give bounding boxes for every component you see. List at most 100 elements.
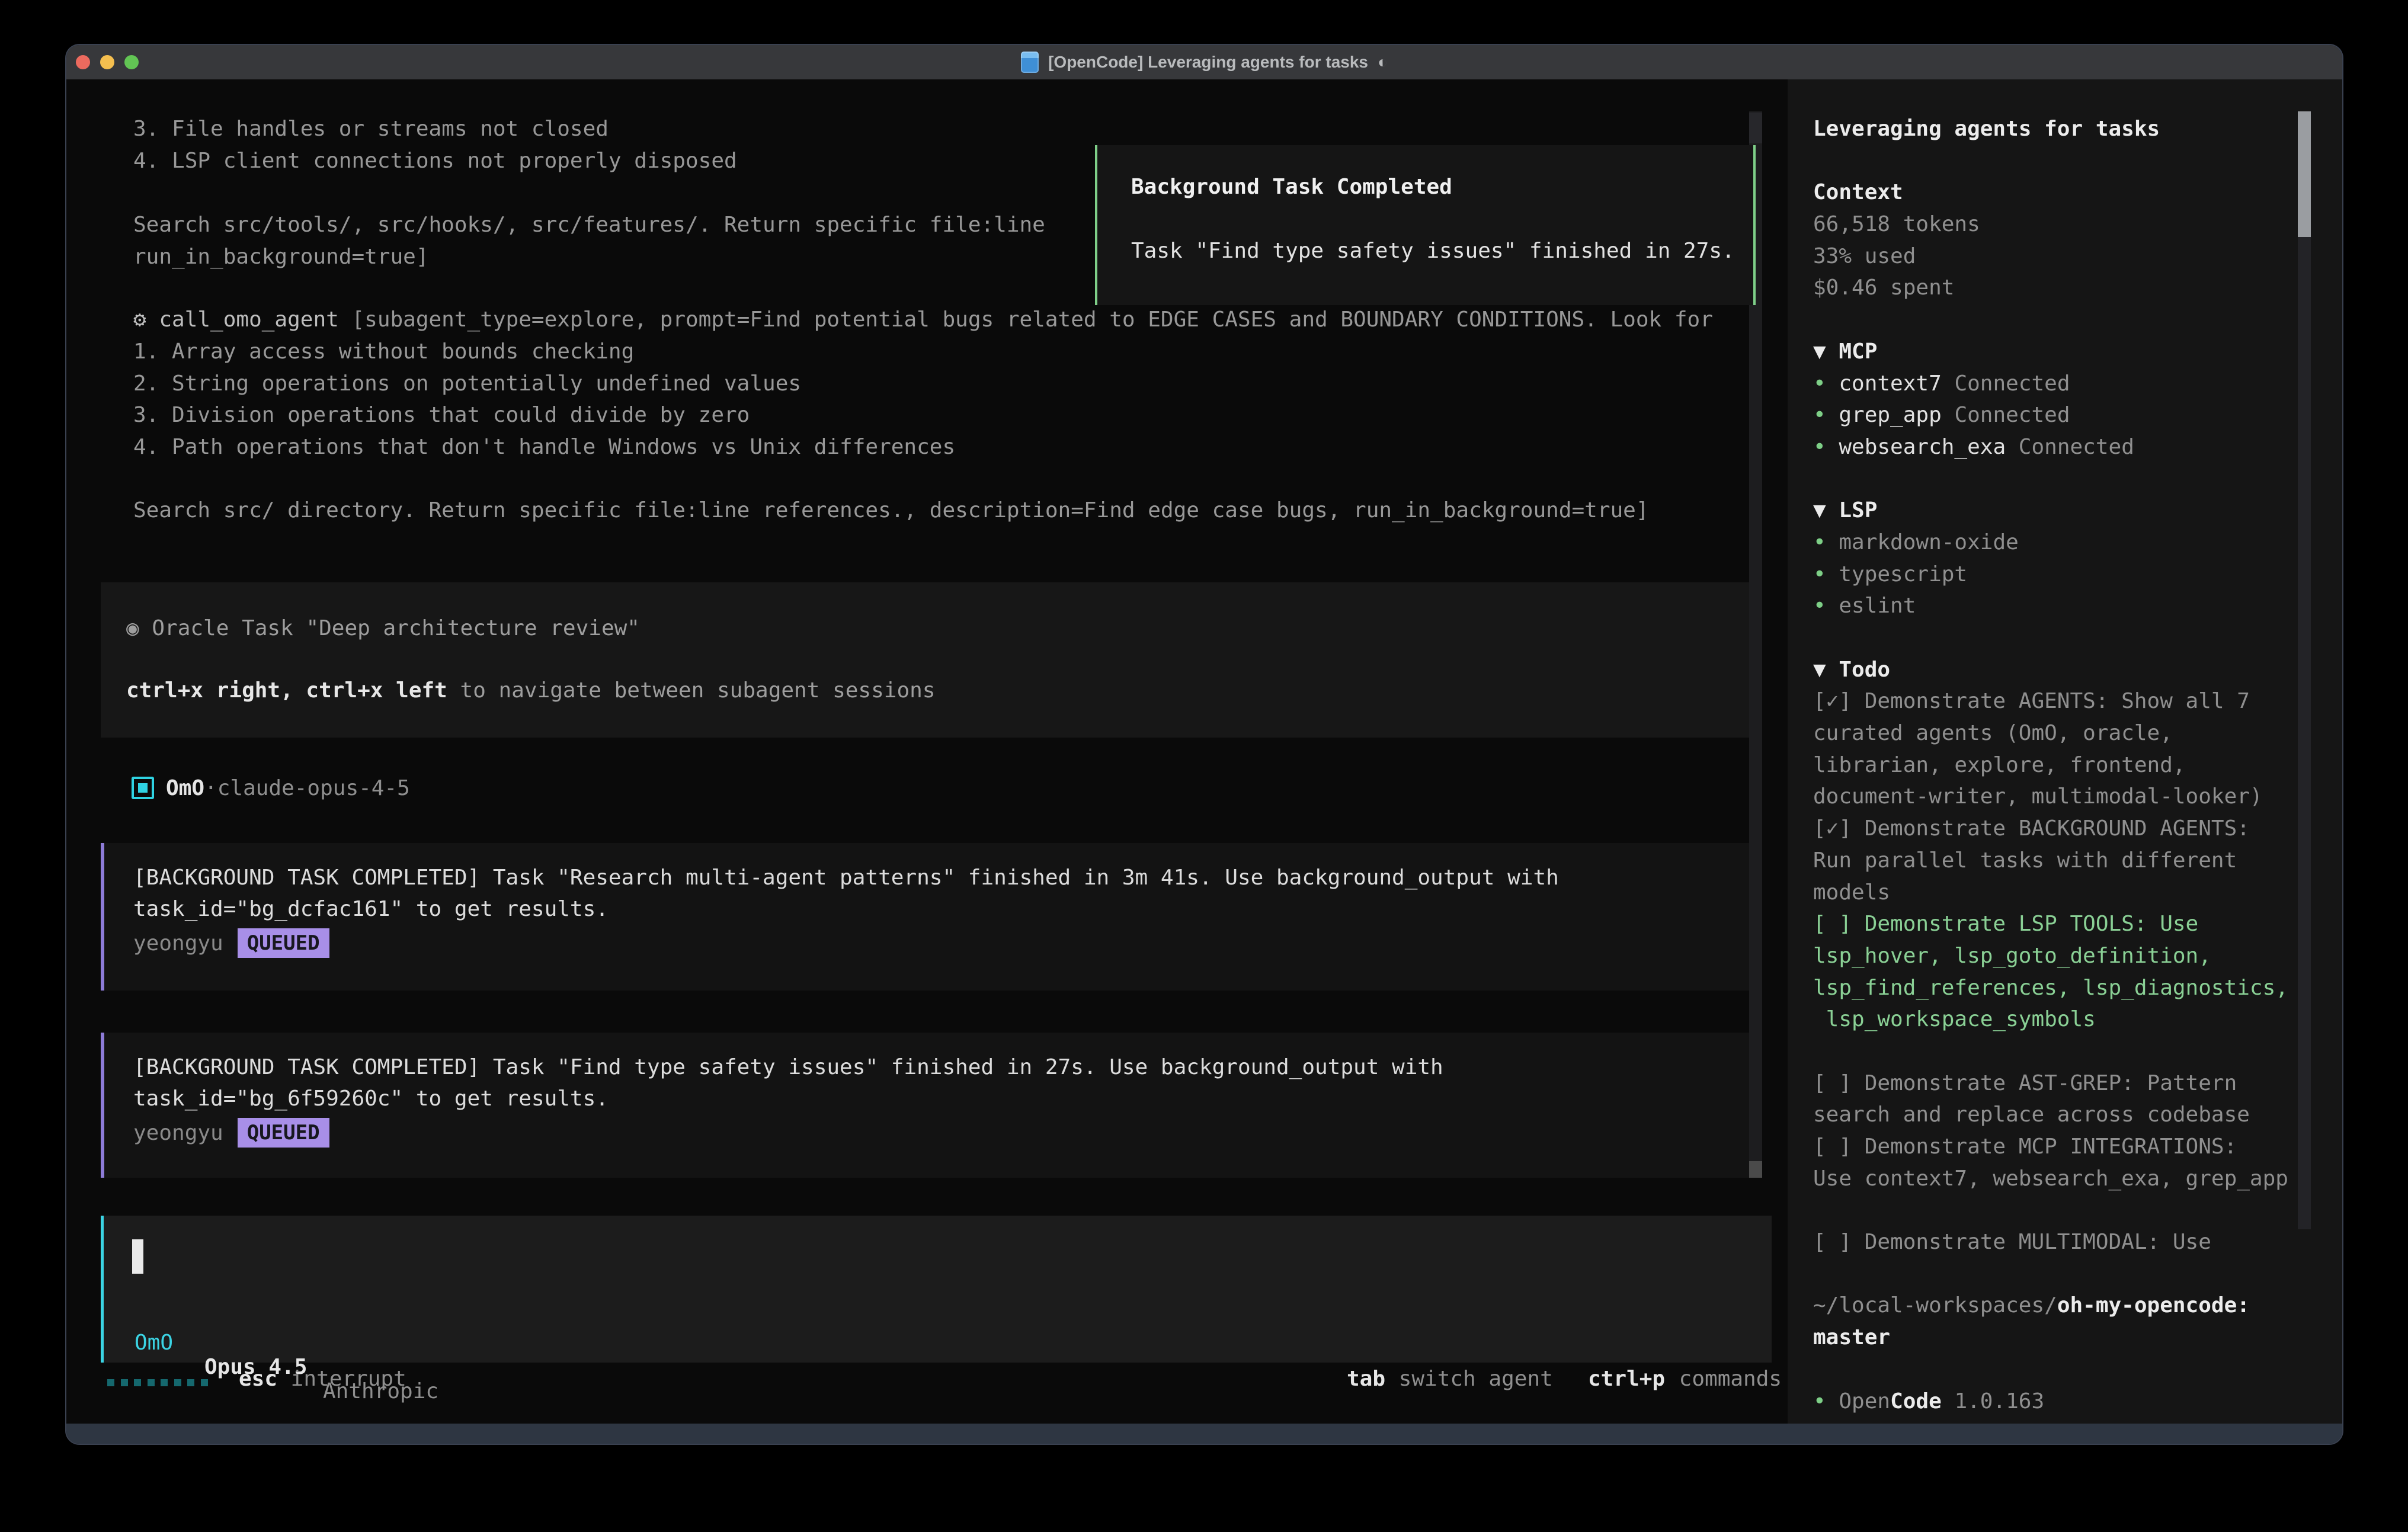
- todo-pending-line: search and replace across codebase: [1813, 1099, 2342, 1131]
- tool-call-name: call_omo_agent: [146, 307, 352, 332]
- session-title: Leveraging agents for tasks: [1813, 113, 2342, 145]
- todo-done-line: Run parallel tasks with different: [1813, 845, 2342, 877]
- green-dot-icon: •: [1813, 435, 1839, 459]
- todo-done-line: document-writer, multimodal-looker): [1813, 781, 2342, 813]
- message-footer: yeongyu QUEUED: [133, 1117, 329, 1149]
- context-spent: $0.46 spent: [1813, 272, 2342, 304]
- green-dot-icon: •: [1813, 562, 1839, 586]
- terminal-line: 2. String operations on potentially unde…: [133, 368, 801, 400]
- window-controls: [76, 55, 139, 69]
- green-dot-icon: •: [1813, 403, 1839, 427]
- todo-pending-line: Use context7, websearch_exa, grep_app: [1813, 1163, 2342, 1195]
- todo-pending-line: [ ] Demonstrate MCP INTEGRATIONS:: [1813, 1131, 2342, 1163]
- todo-active-line: [ ] Demonstrate LSP TOOLS: Use: [1813, 908, 2342, 940]
- toast-body: Task "Find type safety issues" finished …: [1131, 239, 1735, 263]
- todo-pending-line: [ ] Demonstrate AST-GREP: Pattern: [1813, 1068, 2342, 1100]
- mcp-item: • websearch_exa Connected: [1813, 431, 2342, 463]
- context-heading: Context: [1813, 180, 1903, 204]
- esc-key-label: interrupt: [278, 1367, 406, 1391]
- collapse-triangle-icon: ▼: [1813, 498, 1839, 523]
- agent-model: claude-opus-4-5: [217, 776, 410, 800]
- message-author: yeongyu: [133, 931, 223, 956]
- background-task-message: [BACKGROUND TASK COMPLETED] Task "Find t…: [101, 1033, 1755, 1178]
- mcp-item: • grep_app Connected: [1813, 399, 2342, 431]
- tab-key-hint: tab: [1347, 1367, 1385, 1391]
- sidebar-scrollbar-thumb[interactable]: [2298, 111, 2311, 237]
- status-badge: QUEUED: [238, 928, 329, 958]
- main-scrollbar-segment[interactable]: [1749, 113, 1762, 143]
- main-scrollbar-thumb[interactable]: [1749, 1161, 1762, 1178]
- message-line: [BACKGROUND TASK COMPLETED] Task "Find t…: [133, 1055, 1443, 1079]
- lsp-item: • markdown-oxide: [1813, 527, 2342, 559]
- collapse-triangle-icon: ▼: [1813, 658, 1839, 682]
- background-task-toast: Background Task Completed Task "Find typ…: [1095, 145, 1756, 305]
- todo-active-line: lsp_workspace_symbols: [1813, 1004, 2342, 1036]
- input-agent-name: OmO: [135, 1331, 173, 1355]
- todo-done-line: [✓] Demonstrate AGENTS: Show all 7: [1813, 685, 2342, 717]
- todo-active-line: lsp_hover, lsp_goto_definition,: [1813, 940, 2342, 972]
- todo-section-header[interactable]: ▼ Todo: [1813, 654, 2342, 686]
- terminal-line: 1. Array access without bounds checking: [133, 336, 634, 368]
- todo-done-line: [✓] Demonstrate BACKGROUND AGENTS:: [1813, 813, 2342, 845]
- todo-done-line: curated agents (OmO, oracle,: [1813, 717, 2342, 749]
- lsp-item: • typescript: [1813, 559, 2342, 591]
- workspace-path: ~/local-workspaces/oh-my-opencode:: [1813, 1290, 2342, 1322]
- message-line: [BACKGROUND TASK COMPLETED] Task "Resear…: [133, 866, 1559, 890]
- working-spinner: [107, 1379, 208, 1386]
- todo-pending-line: [ ] Demonstrate MULTIMODAL: Use: [1813, 1226, 2342, 1258]
- session-sidebar: Leveraging agents for tasks Context 66,5…: [1788, 79, 2342, 1424]
- ctrlp-key-label: commands: [1666, 1367, 1782, 1391]
- todo-done-line: models: [1813, 877, 2342, 909]
- workspace-branch: master: [1813, 1322, 2342, 1354]
- green-dot-icon: •: [1813, 530, 1839, 555]
- agent-name: OmO: [166, 776, 204, 800]
- window-bottom-edge: [66, 1424, 2342, 1444]
- terminal-line: 4. LSP client connections not properly d…: [133, 145, 737, 177]
- chat-main-area: 3. File handles or streams not closed 4.…: [66, 79, 1788, 1424]
- terminal-line: 3. Division operations that could divide…: [133, 399, 750, 431]
- context-used: 33% used: [1813, 241, 2342, 273]
- mcp-item: • context7 Connected: [1813, 368, 2342, 400]
- gear-icon: ⚙: [133, 307, 146, 332]
- terminal-line: 4. Path operations that don't handle Win…: [133, 431, 955, 463]
- zoom-window-button[interactable]: [124, 55, 139, 69]
- terminal-line: run_in_background=true]: [133, 241, 429, 273]
- title-bar[interactable]: [OpenCode] Leveraging agents for tasks ◐: [66, 45, 2342, 79]
- prompt-input[interactable]: OmO Opus 4.5 Anthropic: [101, 1216, 1772, 1363]
- context-tokens: 66,518 tokens: [1813, 209, 2342, 241]
- tool-call-args: [subagent_type=explore, prompt=Find pote…: [351, 307, 1712, 332]
- terminal-line: Search src/ directory. Return specific f…: [133, 495, 1649, 527]
- record-icon: ◉: [126, 616, 152, 640]
- hint-keys: ctrl+x right, ctrl+x left: [126, 678, 447, 703]
- agent-icon: [132, 777, 154, 799]
- hint-text: to navigate between subagent sessions: [447, 678, 936, 703]
- status-badge: QUEUED: [238, 1118, 329, 1148]
- todo-done-line: librarian, explore, frontend,: [1813, 749, 2342, 781]
- sidebar-scrollbar-track[interactable]: [2298, 111, 2311, 1229]
- minimize-window-button[interactable]: [100, 55, 114, 69]
- collapse-triangle-icon: ▼: [1813, 339, 1839, 364]
- green-dot-icon: •: [1813, 1389, 1839, 1414]
- text-cursor: [132, 1239, 143, 1274]
- terminal-window: [OpenCode] Leveraging agents for tasks ◐…: [66, 45, 2342, 1444]
- input-meta: OmO Opus 4.5 Anthropic: [104, 1306, 206, 1428]
- green-dot-icon: •: [1813, 371, 1839, 396]
- agent-session-header[interactable]: OmO · claude-opus-4-5: [132, 772, 410, 804]
- toast-title: Background Task Completed: [1131, 175, 1452, 199]
- message-line: task_id="bg_6f59260c" to get results.: [133, 1086, 609, 1111]
- lsp-section-header[interactable]: ▼ LSP: [1813, 495, 2342, 527]
- window-title: [OpenCode] Leveraging agents for tasks: [1048, 53, 1368, 72]
- message-footer: yeongyu QUEUED: [133, 927, 329, 959]
- terminal-line: 3. File handles or streams not closed: [133, 113, 609, 145]
- green-dot-icon: •: [1813, 594, 1839, 618]
- close-window-button[interactable]: [76, 55, 90, 69]
- oracle-task-panel: ◉ Oracle Task "Deep architecture review"…: [101, 582, 1755, 738]
- message-line: task_id="bg_dcfac161" to get results.: [133, 897, 609, 921]
- tab-key-label: switch agent: [1386, 1367, 1553, 1391]
- separator-dot: ·: [204, 776, 217, 800]
- mcp-section-header[interactable]: ▼ MCP: [1813, 336, 2342, 368]
- esc-key-hint: esc: [239, 1367, 277, 1391]
- oracle-task-hint: ctrl+x right, ctrl+x left to navigate be…: [126, 678, 935, 703]
- background-task-message: [BACKGROUND TASK COMPLETED] Task "Resear…: [101, 843, 1755, 991]
- lsp-item: • eslint: [1813, 590, 2342, 622]
